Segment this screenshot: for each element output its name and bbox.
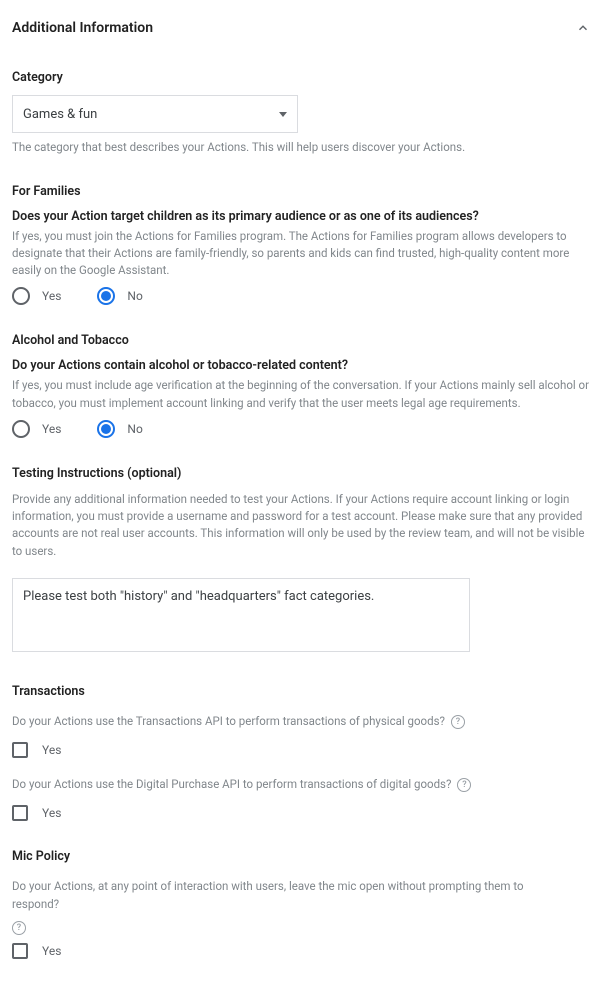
transactions-physical-question: Do your Actions use the Transactions API… [12,713,445,730]
radio-yes-label: Yes [42,422,61,436]
radio-icon-selected [97,287,115,305]
alcohol-radio-group: Yes No [12,420,593,438]
help-icon[interactable]: ? [451,715,465,729]
mic-checkbox[interactable] [12,943,28,959]
families-radio-yes[interactable]: Yes [12,287,61,305]
transactions-digital-question: Do your Actions use the Digital Purchase… [12,776,451,793]
alcohol-question: Do your Actions contain alcohol or tobac… [12,358,593,373]
testing-description: Provide any additional information neede… [12,491,593,560]
families-label: For Families [12,184,593,199]
alcohol-radio-yes[interactable]: Yes [12,420,61,438]
radio-no-label: No [127,289,142,303]
section-title: Additional Information [12,20,153,36]
transactions-digital-checkbox-row: Yes [12,805,593,821]
chevron-up-icon[interactable] [573,18,593,38]
alcohol-label: Alcohol and Tobacco [12,333,593,348]
mic-checkbox-row: Yes [12,943,593,959]
mic-question: Do your Actions, at any point of interac… [12,878,542,913]
category-label: Category [12,70,593,85]
families-description: If yes, you must join the Actions for Fa… [12,228,593,280]
radio-icon [12,420,30,438]
help-icon[interactable]: ? [12,921,26,935]
mic-label: Mic Policy [12,849,593,864]
transactions-physical-checkbox[interactable] [12,742,28,758]
transactions-digital-checkbox[interactable] [12,805,28,821]
section-header[interactable]: Additional Information [12,12,593,52]
radio-no-label: No [127,422,142,436]
category-selected-value: Games & fun [23,107,97,122]
families-radio-no[interactable]: No [97,287,142,305]
transactions-label: Transactions [12,684,593,699]
radio-yes-label: Yes [42,289,61,303]
additional-information-panel: Additional Information Category Games & … [0,0,605,997]
families-question: Does your Action target children as its … [12,209,593,224]
families-radio-group: Yes No [12,287,593,305]
category-helper: The category that best describes your Ac… [12,139,593,156]
help-icon[interactable]: ? [457,778,471,792]
alcohol-radio-no[interactable]: No [97,420,142,438]
checkbox-yes-label: Yes [42,806,61,820]
radio-icon [12,287,30,305]
checkbox-yes-label: Yes [42,944,61,958]
category-select[interactable]: Games & fun [12,95,298,133]
testing-instructions-input[interactable] [12,578,470,652]
checkbox-yes-label: Yes [42,743,61,757]
testing-label: Testing Instructions (optional) [12,466,593,481]
transactions-physical-checkbox-row: Yes [12,742,593,758]
radio-icon-selected [97,420,115,438]
alcohol-description: If yes, you must include age verificatio… [12,377,593,412]
dropdown-arrow-icon [279,112,287,117]
